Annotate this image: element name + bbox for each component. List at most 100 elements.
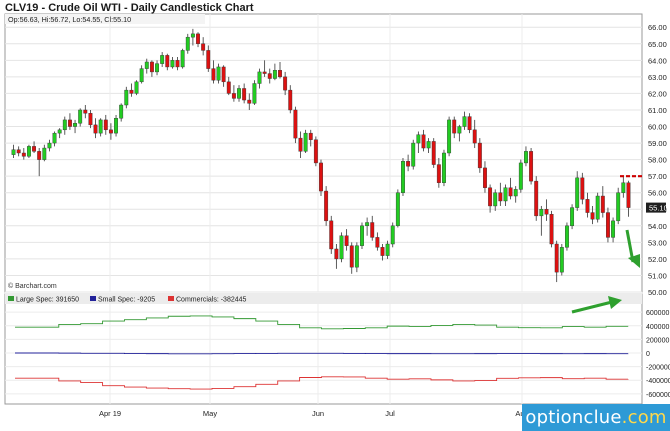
candle-body xyxy=(313,139,318,164)
candle-body xyxy=(180,50,185,68)
candle-body xyxy=(37,151,42,160)
cot-legend-label: Small Spec: -9205 xyxy=(98,297,155,304)
candle-body xyxy=(549,214,554,245)
candle-body xyxy=(67,119,72,127)
x-tick-label: Apr 19 xyxy=(99,409,121,418)
candle-body xyxy=(585,199,590,213)
candle-body xyxy=(216,66,221,81)
ohlc-readout: Op:56.63, Hi:56.72, Lo:54.55, Cl:55.10 xyxy=(8,15,131,24)
candle-body xyxy=(493,192,498,207)
candle-body xyxy=(319,162,323,192)
cot-panel xyxy=(4,293,643,405)
candle-body xyxy=(483,167,487,188)
candle-body xyxy=(293,109,298,139)
candle-body xyxy=(606,212,610,238)
price-panel xyxy=(4,13,643,293)
candle-body xyxy=(278,70,282,78)
last-price-label: 55.10 xyxy=(649,204,668,213)
candle-body xyxy=(242,88,247,101)
candle-body xyxy=(98,119,103,134)
candle-body xyxy=(21,152,26,157)
cot-legend-swatch xyxy=(168,296,174,301)
candle-body xyxy=(534,180,539,217)
candle-body xyxy=(252,83,257,104)
candle-body xyxy=(93,124,98,134)
candle-body xyxy=(626,182,631,208)
candle-body xyxy=(621,182,626,193)
candle-body xyxy=(155,63,159,73)
candle-body xyxy=(452,119,457,134)
candle-body xyxy=(513,189,518,197)
candle-body xyxy=(544,209,549,215)
candle-body xyxy=(595,195,600,220)
candle-body xyxy=(114,118,118,134)
candle-body xyxy=(467,116,472,131)
cot-legend-label: Commercials: -382445 xyxy=(176,297,247,304)
candle-body xyxy=(462,116,467,127)
cot-tick-label: -200000 xyxy=(646,365,670,372)
candle-body xyxy=(406,161,411,167)
candle-body xyxy=(267,73,272,79)
candle-body xyxy=(559,247,564,273)
candle-body xyxy=(349,245,354,268)
price-tick-label: 59.00 xyxy=(648,139,667,148)
candle-body xyxy=(447,119,452,154)
price-tick-label: 58.00 xyxy=(648,156,667,165)
price-tick-label: 52.00 xyxy=(648,255,667,264)
candle-body xyxy=(257,71,262,84)
candle-body xyxy=(139,68,144,83)
candle-body xyxy=(518,162,523,190)
candle-body xyxy=(26,146,31,157)
candle-body xyxy=(262,71,267,74)
price-tick-label: 60.00 xyxy=(648,123,667,132)
price-tick-label: 65.00 xyxy=(648,40,667,49)
candle-body xyxy=(498,192,503,202)
candle-body xyxy=(616,192,621,222)
price-tick-label: 63.00 xyxy=(648,73,667,82)
candle-body xyxy=(611,220,616,238)
candle-body xyxy=(334,248,339,260)
cot-tick-label: -400000 xyxy=(646,378,670,385)
candle-body xyxy=(73,123,77,127)
chart-title: CLV19 - Crude Oil WTI - Daily Candlestic… xyxy=(5,2,254,14)
x-tick-label: Jul xyxy=(385,409,395,418)
candle-body xyxy=(416,134,421,144)
price-tick-label: 51.00 xyxy=(648,271,667,280)
candle-body xyxy=(570,207,575,227)
candle-body xyxy=(365,222,370,227)
candle-body xyxy=(554,243,559,273)
candle-body xyxy=(590,212,595,220)
price-tick-label: 54.00 xyxy=(648,222,667,231)
candle-body xyxy=(401,161,405,193)
candle-body xyxy=(190,33,195,38)
candle-body xyxy=(47,142,52,149)
candle-body xyxy=(211,68,216,81)
candle-body xyxy=(503,187,508,202)
cot-tick-label: -600000 xyxy=(646,392,670,399)
candle-body xyxy=(57,129,62,134)
cot-series-line xyxy=(15,352,629,355)
x-tick-label: Jun xyxy=(312,409,324,418)
candle-body xyxy=(370,222,375,238)
candle-body xyxy=(324,190,329,222)
candle-body xyxy=(206,50,211,69)
candle-body xyxy=(395,192,400,227)
candle-body xyxy=(385,243,390,256)
candle-body xyxy=(308,132,313,140)
candle-body xyxy=(380,247,385,256)
candle-body xyxy=(472,129,477,144)
candle-body xyxy=(488,187,493,207)
candle-body xyxy=(170,60,175,68)
candle-body xyxy=(565,225,569,248)
candle-body xyxy=(149,61,154,73)
candle-body xyxy=(88,113,93,126)
candle-body xyxy=(165,55,170,68)
candle-body xyxy=(539,209,544,217)
cot-legend-swatch xyxy=(8,296,14,301)
candle-body xyxy=(52,132,57,144)
candle-body xyxy=(185,36,190,51)
candle-body xyxy=(226,81,231,94)
price-tick-label: 61.00 xyxy=(648,106,667,115)
source-credit: © Barchart.com xyxy=(8,282,57,290)
candle-body xyxy=(144,61,149,69)
